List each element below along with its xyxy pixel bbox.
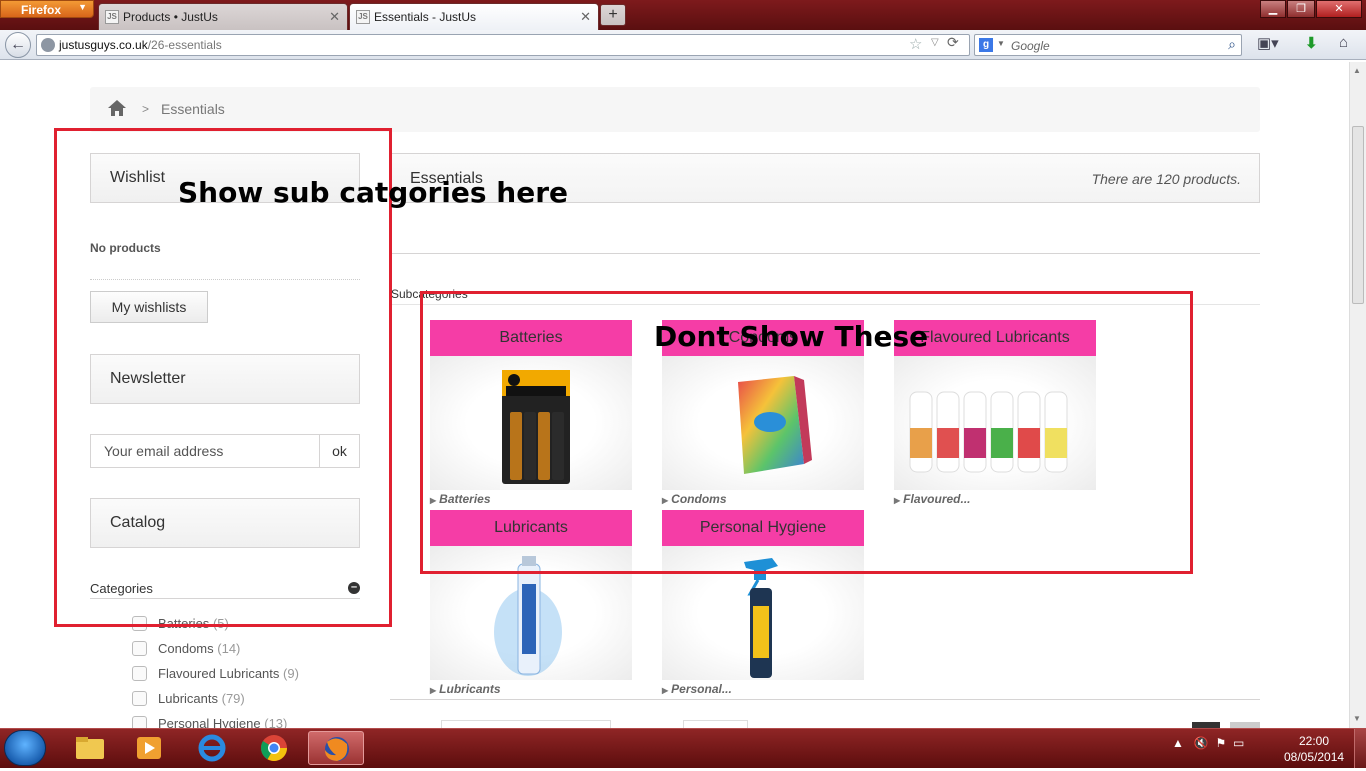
search-placeholder: Google — [1011, 39, 1050, 53]
site-favicon-icon: JS — [105, 10, 119, 24]
url-host: justusguys.co.uk — [59, 38, 148, 52]
internet-explorer-icon — [198, 734, 226, 762]
taskbar-explorer[interactable] — [62, 731, 118, 765]
taskbar-firefox[interactable] — [308, 731, 364, 765]
tray-expand-icon[interactable]: ▲ — [1172, 736, 1184, 750]
checkbox[interactable] — [132, 641, 147, 656]
arrow-left-icon: ← — [10, 36, 26, 53]
show-desktop-button[interactable] — [1354, 729, 1366, 768]
product-count: There are 120 products. — [1091, 171, 1241, 187]
close-icon[interactable]: ✕ — [329, 9, 340, 25]
downloads-icon[interactable]: ⬇ — [1305, 34, 1318, 52]
search-icon[interactable]: ⌕ — [1228, 36, 1236, 53]
media-player-icon — [137, 737, 161, 759]
close-window-button[interactable]: ✕ — [1316, 0, 1362, 18]
google-icon: g — [979, 38, 993, 52]
breadcrumb-separator: > — [142, 102, 150, 116]
sort-select[interactable] — [441, 720, 611, 728]
maximize-button[interactable]: ❐ — [1287, 0, 1315, 18]
action-center-flag-icon[interactable]: ⚑ — [1216, 736, 1227, 750]
system-tray: ▲ 🔇 ⚑ ▭ — [1172, 736, 1244, 750]
network-icon[interactable]: ▭ — [1233, 736, 1244, 750]
category-name: Lubricants — [158, 691, 218, 706]
start-button[interactable] — [4, 730, 46, 766]
subcategory-caption[interactable]: ▶ Personal... — [662, 682, 732, 696]
globe-icon — [41, 38, 55, 52]
chevron-down-icon: ▼ — [78, 2, 87, 12]
firefox-menu-label: Firefox — [21, 3, 62, 17]
clock-date: 08/05/2014 — [1284, 750, 1345, 764]
taskbar-media-player[interactable] — [122, 731, 178, 765]
divider — [390, 253, 1260, 254]
caret-right-icon: ▶ — [430, 686, 437, 695]
scroll-up-icon[interactable]: ▲ — [1353, 66, 1361, 75]
home-icon[interactable]: ⌂ — [1339, 34, 1348, 51]
history-dropdown-icon[interactable]: ▽ — [931, 37, 939, 48]
reload-icon[interactable]: ⟳ — [947, 34, 959, 51]
caption-text: Lubricants — [439, 682, 501, 696]
category-count: (14) — [217, 641, 241, 656]
annotation-note-left: Show sub catgories here — [178, 176, 569, 209]
home-icon[interactable] — [107, 98, 127, 118]
subcategory-caption[interactable]: ▶ Lubricants — [430, 682, 501, 696]
url-bar[interactable]: justusguys.co.uk/26-essentials — [36, 34, 970, 56]
divider — [390, 699, 1260, 700]
volume-muted-icon[interactable]: 🔇 — [1194, 736, 1209, 750]
page-scrollbar[interactable]: ▲ ▼ — [1349, 62, 1366, 728]
search-bar[interactable]: g ▼ Google ⌕ — [974, 34, 1242, 56]
folder-icon — [76, 737, 104, 759]
caption-text: Personal... — [671, 682, 732, 696]
site-favicon-icon: JS — [356, 10, 370, 24]
tab-essentials[interactable]: JS Essentials - JustUs ✕ — [349, 3, 599, 30]
back-button[interactable]: ← — [5, 32, 31, 58]
category-count: (79) — [221, 691, 245, 706]
url-path: /26-essentials — [147, 38, 222, 52]
per-page-select[interactable] — [683, 720, 748, 728]
breadcrumb: > Essentials — [90, 87, 1260, 132]
minimize-button[interactable]: ▁ — [1260, 0, 1286, 18]
scrollbar-thumb[interactable] — [1352, 126, 1364, 304]
firefox-icon — [325, 737, 349, 761]
annotation-note-right: Dont Show These — [654, 320, 929, 353]
tab-title: Products • JustUs — [123, 10, 218, 24]
search-engine-dropdown-icon[interactable]: ▼ — [997, 39, 1005, 48]
clock-time: 22:00 — [1298, 734, 1330, 748]
category-name: Flavoured Lubricants — [158, 666, 280, 681]
checkbox[interactable] — [132, 691, 147, 706]
caret-right-icon: ▶ — [662, 686, 669, 695]
new-tab-button[interactable]: + — [600, 4, 626, 26]
tab-title: Essentials - JustUs — [374, 10, 477, 24]
firefox-menu-button[interactable]: Firefox ▼ — [0, 0, 94, 18]
taskbar-internet-explorer[interactable] — [184, 731, 240, 765]
scroll-down-icon[interactable]: ▼ — [1353, 714, 1361, 723]
category-count: (9) — [283, 666, 299, 681]
category-name: Condoms — [158, 641, 214, 656]
tab-products[interactable]: JS Products • JustUs ✕ — [98, 3, 348, 30]
bookmark-star-icon[interactable]: ☆ — [909, 35, 922, 53]
breadcrumb-current: Essentials — [161, 101, 225, 117]
checkbox[interactable] — [132, 666, 147, 681]
chrome-icon — [260, 735, 288, 762]
taskbar-clock[interactable]: 22:00 08/05/2014 — [1284, 733, 1344, 765]
close-icon[interactable]: ✕ — [580, 9, 591, 25]
bookmarks-menu-icon[interactable]: ▣▾ — [1257, 34, 1279, 52]
taskbar-chrome[interactable] — [246, 731, 302, 765]
